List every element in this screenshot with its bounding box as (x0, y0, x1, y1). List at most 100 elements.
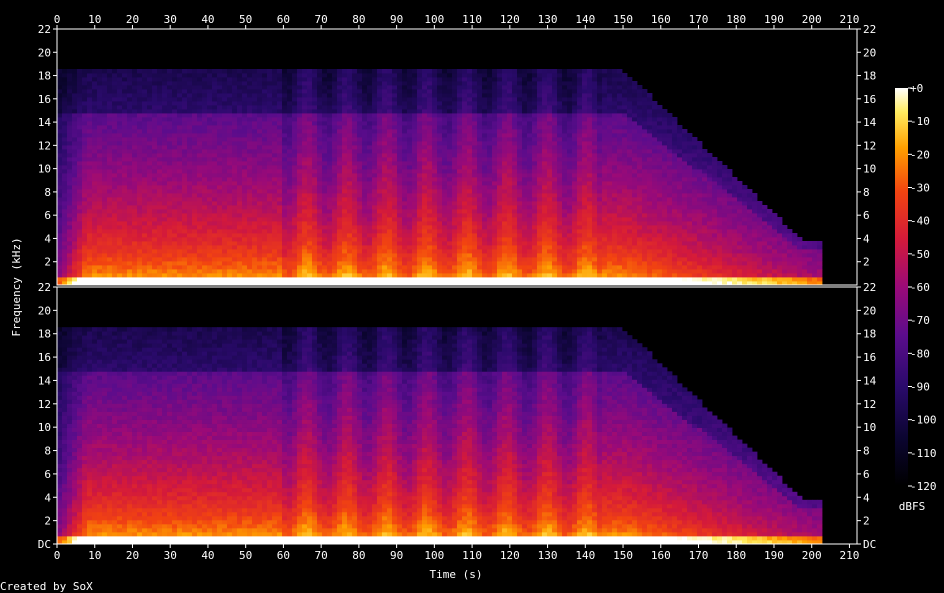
x-tick-label-bottom: 30 (164, 549, 177, 562)
y-tick-label-left: 20 (38, 304, 51, 317)
colorbar-tick-label: -70 (910, 314, 930, 327)
y-tick-label-left: 2 (44, 515, 51, 528)
y-tick-label-right: 20 (863, 46, 876, 59)
x-tick-label-top: 170 (689, 13, 709, 26)
x-tick-label-bottom: 20 (126, 549, 139, 562)
y-tick-label-left: 14 (38, 116, 52, 129)
x-tick-label-top: 90 (390, 13, 403, 26)
y-tick-label-left: 4 (44, 491, 51, 504)
x-tick-label-bottom: 70 (315, 549, 328, 562)
colorbar-tick-label: -120 (910, 480, 937, 493)
colorbar-ticks: +0 -10 -20 -30 -40 -50 -60 -70 -80 -90 -100 -110 -12… (908, 82, 937, 493)
colorbar-tick-label: -10 (910, 115, 930, 128)
x-tick-label-top: 160 (651, 13, 671, 26)
y-tick-label-right: 14 (863, 374, 877, 387)
x-tick-label-top: 180 (726, 13, 746, 26)
y-tick-label-left: 8 (44, 445, 51, 458)
y-tick-label-right: 22 (863, 23, 876, 36)
colorbar-tick-label: -50 (910, 248, 930, 261)
y-tick-label-left: 10 (38, 163, 51, 176)
y-tick-label-right: 10 (863, 421, 876, 434)
spectrogram-chart: 0 0 10 10 20 20 30 30 40 40 50 50 60 60 70 70 80 80 90 90 10… (0, 13, 937, 593)
x-tick-label-bottom: 160 (651, 549, 671, 562)
y-tick-label-left: 6 (44, 468, 51, 481)
x-tick-label-bottom: 40 (201, 549, 214, 562)
y-tick-label-right: 16 (863, 93, 876, 106)
x-tick-label-top: 50 (239, 13, 252, 26)
x-tick-label-bottom: 0 (54, 549, 61, 562)
y-tick-label-left: 8 (44, 186, 51, 199)
colorbar-tick-label: -110 (910, 447, 937, 460)
x-tick-label-top: 200 (802, 13, 822, 26)
y-tick-label-right: 2 (863, 256, 870, 269)
colorbar-tick-label: -90 (910, 381, 930, 394)
x-tick-label-bottom: 140 (575, 549, 595, 562)
x-tick-label-top: 150 (613, 13, 633, 26)
x-tick-label-bottom: 110 (462, 549, 482, 562)
y-tick-label-right: 18 (863, 70, 876, 83)
x-tick-label-bottom: 100 (424, 549, 444, 562)
y-tick-label-right: 16 (863, 351, 876, 364)
y-tick-label-left: 22 (38, 281, 51, 294)
x-tick-label-bottom: 130 (538, 549, 558, 562)
x-tick-label-bottom: 200 (802, 549, 822, 562)
y-axis-label: Frequency (kHz) (10, 237, 23, 336)
colorbar-tick-label: +0 (910, 82, 923, 95)
y-tick-label-left: DC (38, 538, 51, 551)
y-tick-label-right: 22 (863, 281, 876, 294)
y-tick-label-right: 14 (863, 116, 877, 129)
footer-credit: Created by SoX (0, 580, 93, 593)
y-tick-label-right: 10 (863, 163, 876, 176)
x-tick-label-top: 210 (840, 13, 860, 26)
y-tick-label-left: 12 (38, 139, 51, 152)
y-tick-label-left: 20 (38, 46, 51, 59)
x-tick-label-top: 80 (352, 13, 365, 26)
y-tick-label-left: 14 (38, 374, 52, 387)
y-tick-label-left: 12 (38, 398, 51, 411)
y-tick-label-left: 16 (38, 93, 51, 106)
x-tick-label-top: 140 (575, 13, 595, 26)
x-tick-label-top: 10 (88, 13, 101, 26)
y-tick-label-right: 6 (863, 468, 870, 481)
y-tick-label-left: 6 (44, 209, 51, 222)
x-tick-label-top: 0 (54, 13, 61, 26)
x-tick-label-top: 20 (126, 13, 139, 26)
x-tick-label-bottom: 150 (613, 549, 633, 562)
x-tick-label-bottom: 10 (88, 549, 101, 562)
x-tick-label-top: 100 (424, 13, 444, 26)
x-tick-label-top: 110 (462, 13, 482, 26)
x-tick-label-bottom: 50 (239, 549, 252, 562)
x-tick-label-top: 30 (164, 13, 177, 26)
x-tick-label-top: 60 (277, 13, 290, 26)
colorbar-tick-label: -80 (910, 347, 930, 360)
y-tick-label-right: 4 (863, 491, 870, 504)
y-tick-label-right: 2 (863, 515, 870, 528)
y-tick-label-left: 18 (38, 328, 51, 341)
colorbar-tick-label: -20 (910, 148, 930, 161)
colorbar-tick-label: -60 (910, 281, 930, 294)
y-tick-label-left: 4 (44, 232, 51, 245)
x-tick-label-top: 130 (538, 13, 558, 26)
y-tick-label-right: 6 (863, 209, 870, 222)
y-tick-label-left: 10 (38, 421, 51, 434)
y-tick-label-left: 18 (38, 70, 51, 83)
y-tick-label-right: 8 (863, 186, 870, 199)
x-tick-label-bottom: 60 (277, 549, 290, 562)
x-tick-label-top: 70 (315, 13, 328, 26)
colorbar-label: dBFS (899, 500, 926, 513)
y-tick-label-right: 4 (863, 232, 870, 245)
x-tick-label-bottom: 120 (500, 549, 520, 562)
x-tick-label-bottom: 210 (840, 549, 860, 562)
colorbar (895, 88, 908, 486)
y-tick-label-left: 16 (38, 351, 51, 364)
y-tick-label-left: 22 (38, 23, 51, 36)
y-tick-label-right: DC (863, 538, 876, 551)
colorbar-tick-label: -100 (910, 414, 937, 427)
x-tick-label-top: 120 (500, 13, 520, 26)
spectrogram-bottom-channel (57, 327, 823, 545)
x-axis-label: Time (s) (430, 568, 483, 581)
spectrogram-top-channel (57, 69, 823, 286)
x-tick-label-bottom: 80 (352, 549, 365, 562)
y-tick-label-right: 12 (863, 139, 876, 152)
y-tick-label-right: 12 (863, 398, 876, 411)
